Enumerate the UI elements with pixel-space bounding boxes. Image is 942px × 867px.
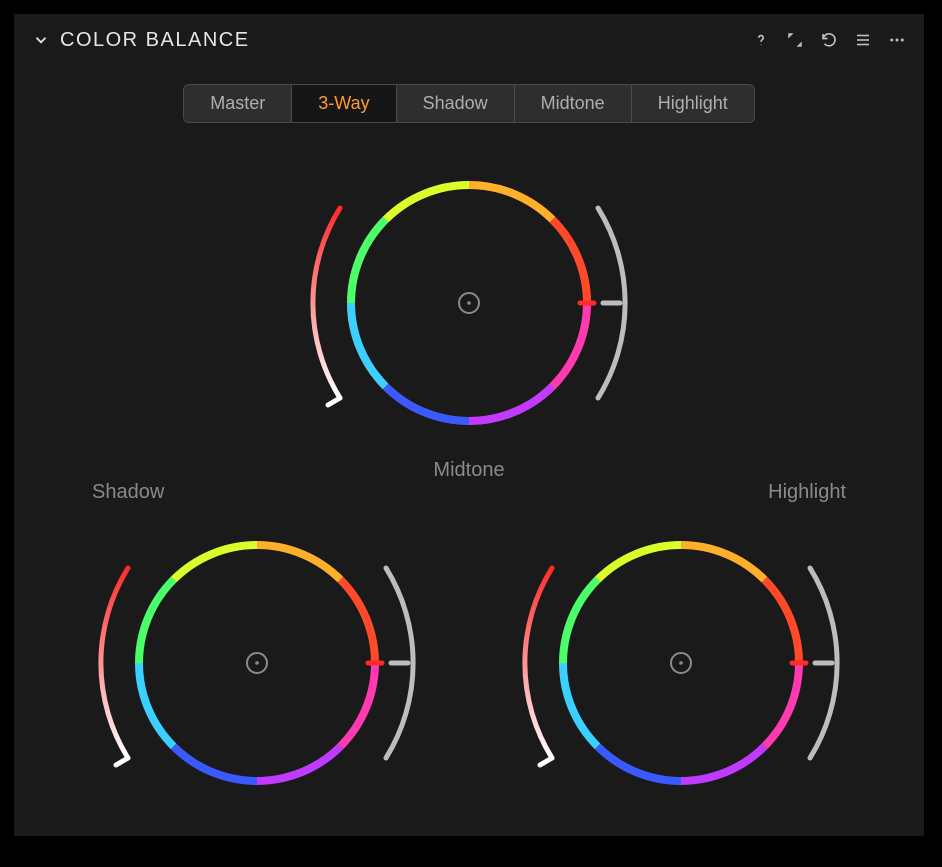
header-right-group xyxy=(752,31,906,49)
midtone-lightness-slider[interactable] xyxy=(598,208,625,398)
highlight-label: Highlight xyxy=(768,481,846,504)
shadow-lightness-slider[interactable] xyxy=(386,568,413,758)
help-icon[interactable] xyxy=(752,31,770,49)
menu-icon[interactable] xyxy=(854,31,872,49)
mode-tabs: Master 3-Way Shadow Midtone Highlight xyxy=(14,84,924,123)
shadow-label: Shadow xyxy=(92,481,164,504)
more-icon[interactable] xyxy=(888,31,906,49)
wheels-area: Midtone Shadow xyxy=(14,153,924,833)
highlight-wheel-svg xyxy=(466,513,896,813)
tab-group: Master 3-Way Shadow Midtone Highlight xyxy=(183,84,755,123)
header-left-group: COLOR BALANCE xyxy=(32,29,250,52)
highlight-lightness-slider[interactable] xyxy=(810,568,837,758)
shadow-color-wheel[interactable] xyxy=(139,545,382,781)
tab-master[interactable]: Master xyxy=(184,85,292,122)
midtone-wheel-svg xyxy=(254,153,684,453)
panel-header: COLOR BALANCE xyxy=(14,14,924,64)
shadow-wheel-svg xyxy=(42,513,472,813)
midtone-label: Midtone xyxy=(433,459,504,482)
wheel-midtone: Midtone xyxy=(254,153,684,482)
highlight-saturation-slider[interactable] xyxy=(525,568,552,765)
reset-icon[interactable] xyxy=(820,31,838,49)
tab-highlight[interactable]: Highlight xyxy=(632,85,754,122)
shadow-saturation-slider[interactable] xyxy=(101,568,128,765)
wheel-shadow: Shadow xyxy=(42,483,472,813)
disclosure-toggle[interactable] xyxy=(32,31,50,49)
tab-shadow[interactable]: Shadow xyxy=(397,85,515,122)
midtone-saturation-slider[interactable] xyxy=(313,208,340,405)
panel-title: COLOR BALANCE xyxy=(60,29,250,52)
expand-icon[interactable] xyxy=(786,31,804,49)
highlight-color-wheel[interactable] xyxy=(563,545,806,781)
color-balance-panel: COLOR BALANCE xyxy=(14,14,924,836)
wheel-highlight: Highlight xyxy=(466,483,896,813)
tab-3way[interactable]: 3-Way xyxy=(292,85,396,122)
midtone-color-wheel[interactable] xyxy=(351,185,594,421)
tab-midtone[interactable]: Midtone xyxy=(515,85,632,122)
